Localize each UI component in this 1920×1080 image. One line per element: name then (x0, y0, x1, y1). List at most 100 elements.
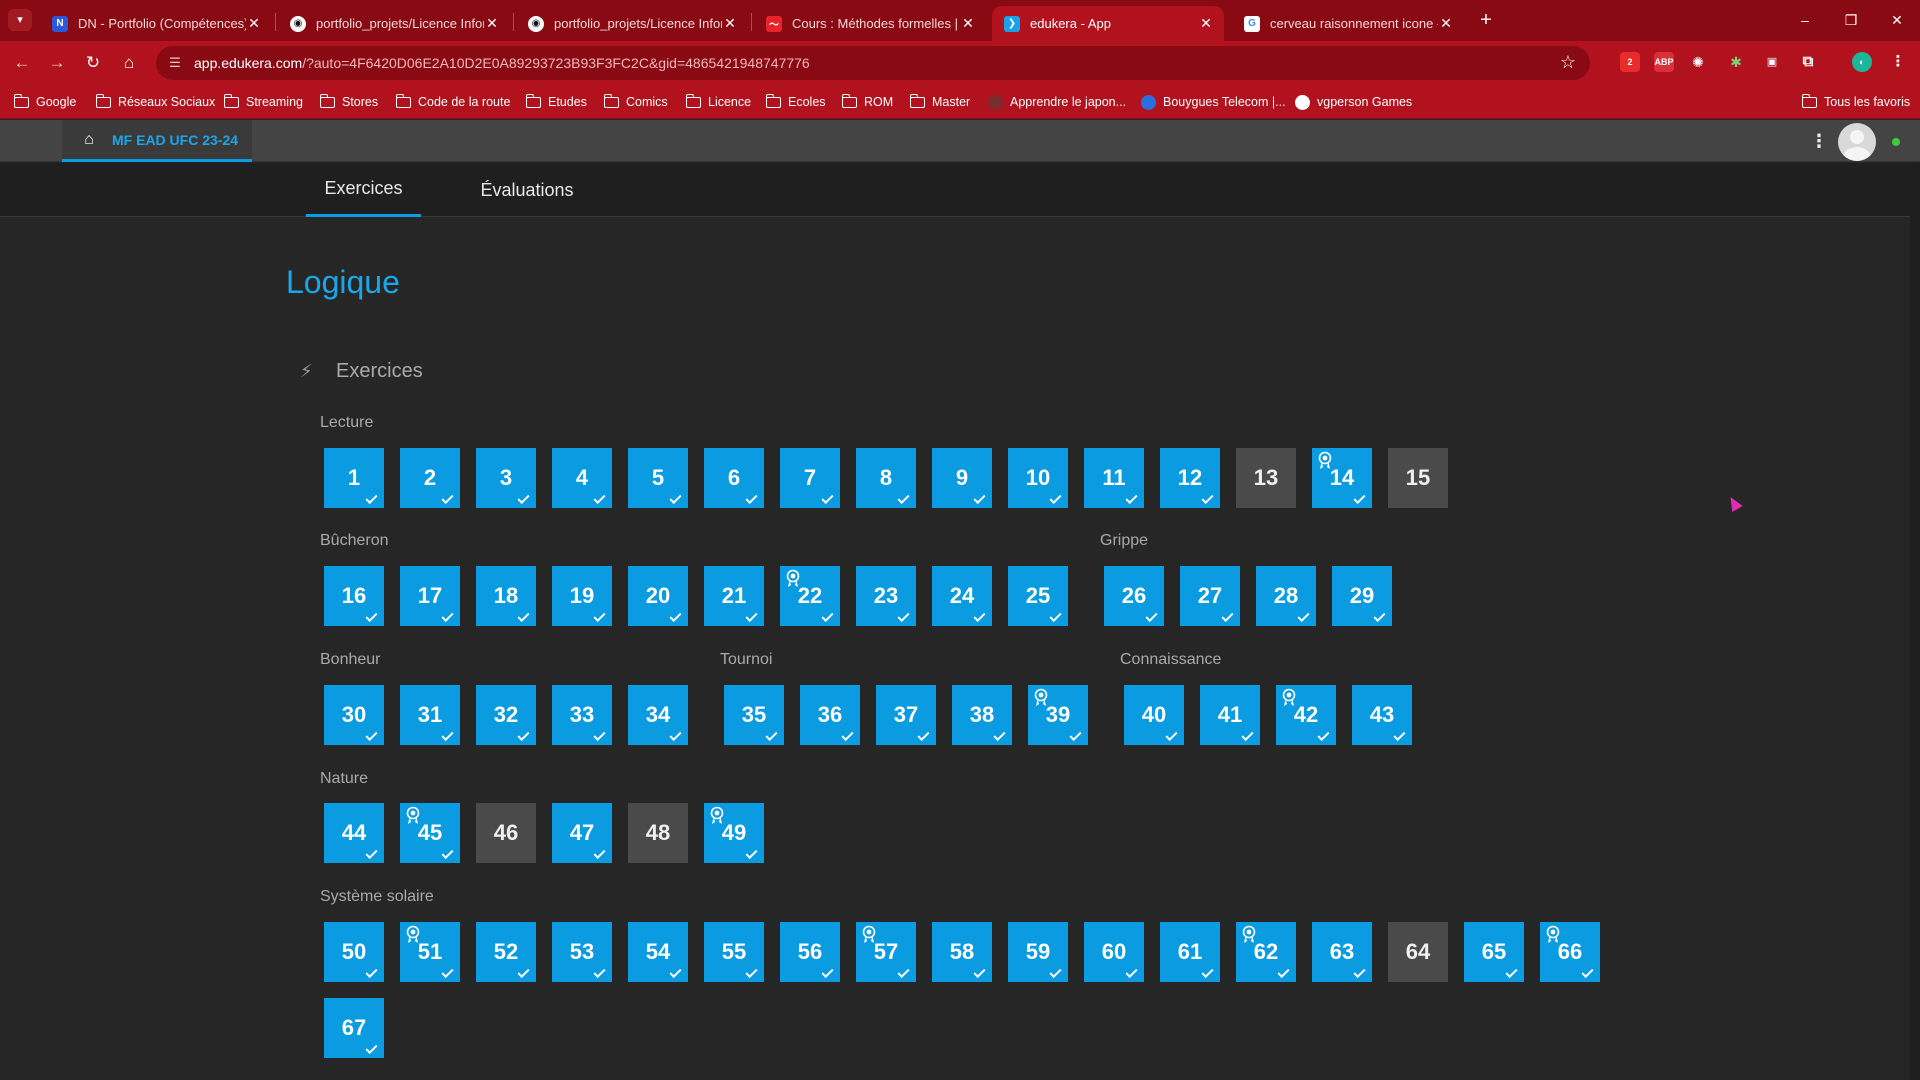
exercise-tile[interactable]: 14 (1312, 448, 1372, 508)
tab-evaluations[interactable]: Évaluations (470, 163, 584, 217)
bookmark-item[interactable]: Etudes (525, 92, 587, 112)
exercise-tile[interactable]: 41 (1200, 685, 1260, 745)
plugin-extension-icon[interactable]: ✱ (1726, 52, 1746, 72)
close-tab-icon[interactable]: ✕ (1198, 15, 1214, 32)
adblock-icon[interactable]: ABP (1654, 52, 1674, 72)
exercise-tile[interactable]: 16 (324, 566, 384, 626)
exercise-tile[interactable]: 53 (552, 922, 612, 982)
exercise-tile[interactable]: 33 (552, 685, 612, 745)
bookmark-item[interactable]: Stores (319, 92, 378, 112)
exercise-tile[interactable]: 22 (780, 566, 840, 626)
exercise-tile[interactable]: 19 (552, 566, 612, 626)
exercise-tile[interactable]: 26 (1104, 566, 1164, 626)
exercise-tile[interactable]: 50 (324, 922, 384, 982)
exercise-tile[interactable]: 17 (400, 566, 460, 626)
close-tab-icon[interactable]: ✕ (246, 15, 262, 32)
restore-button[interactable]: ❐ (1828, 8, 1874, 32)
bookmark-item[interactable]: Ecoles (765, 92, 826, 112)
exercise-tile[interactable]: 49 (704, 803, 764, 863)
exercise-tile[interactable]: 29 (1332, 566, 1392, 626)
close-window-button[interactable]: ✕ (1874, 8, 1920, 32)
exercise-tile[interactable]: 37 (876, 685, 936, 745)
exercise-tile[interactable]: 11 (1084, 448, 1144, 508)
exercise-tile[interactable]: 47 (552, 803, 612, 863)
exercise-tile[interactable]: 20 (628, 566, 688, 626)
bookmark-item[interactable]: Comics (603, 92, 668, 112)
reload-icon[interactable]: ↻ (81, 51, 105, 75)
exercise-tile[interactable]: 9 (932, 448, 992, 508)
course-tab[interactable]: ⌂ MF EAD UFC 23-24 (62, 120, 252, 162)
exercise-tile[interactable]: 40 (1124, 685, 1184, 745)
exercise-tile[interactable]: 15 (1388, 448, 1448, 508)
minimize-button[interactable]: – (1782, 8, 1828, 32)
exercise-tile[interactable]: 52 (476, 922, 536, 982)
exercise-tile[interactable]: 34 (628, 685, 688, 745)
bookmark-item[interactable]: Bouygues Telecom |... (1141, 92, 1286, 112)
exercise-tile[interactable]: 39 (1028, 685, 1088, 745)
exercise-tile[interactable]: 62 (1236, 922, 1296, 982)
bookmark-item[interactable]: ROM (841, 92, 893, 112)
exercise-tile[interactable]: 63 (1312, 922, 1372, 982)
exercise-tile[interactable]: 5 (628, 448, 688, 508)
exercise-tile[interactable]: 30 (324, 685, 384, 745)
exercise-tile[interactable]: 60 (1084, 922, 1144, 982)
browser-menu-icon[interactable]: ⋮ (1888, 52, 1908, 72)
url-field[interactable]: ☰ app.edukera.com/?auto=4F6420D06E2A10D2… (156, 46, 1590, 80)
browser-tab[interactable]: 〜 Cours : Méthodes formelles | M ✕ (754, 6, 986, 41)
exercise-tile[interactable]: 10 (1008, 448, 1068, 508)
exercise-tile[interactable]: 44 (324, 803, 384, 863)
exercise-tile[interactable]: 54 (628, 922, 688, 982)
bookmark-item[interactable]: Licence (685, 92, 751, 112)
back-arrow-icon[interactable]: ← (10, 51, 34, 75)
reader-extension-icon[interactable]: ▣ (1762, 52, 1782, 72)
exercise-tile[interactable]: 55 (704, 922, 764, 982)
exercise-tile[interactable]: 4 (552, 448, 612, 508)
exercise-tile[interactable]: 46 (476, 803, 536, 863)
bookmark-item[interactable]: Réseaux Sociaux (95, 92, 215, 112)
tab-exercices[interactable]: Exercices (306, 163, 421, 217)
exercise-tile[interactable]: 18 (476, 566, 536, 626)
exercise-tile[interactable]: 25 (1008, 566, 1068, 626)
close-tab-icon[interactable]: ✕ (960, 15, 976, 32)
exercise-tile[interactable]: 64 (1388, 922, 1448, 982)
profile-icon[interactable]: ◐ (1852, 52, 1872, 72)
browser-tab[interactable]: ◉ portfolio_projets/Licence Inform ✕ (278, 6, 510, 41)
exercise-tile[interactable]: 42 (1276, 685, 1336, 745)
exercise-tile[interactable]: 57 (856, 922, 916, 982)
close-tab-icon[interactable]: ✕ (484, 15, 500, 32)
exercise-tile[interactable]: 8 (856, 448, 916, 508)
exercise-tile[interactable]: 6 (704, 448, 764, 508)
exercise-tile[interactable]: 27 (1180, 566, 1240, 626)
exercise-tile[interactable]: 21 (704, 566, 764, 626)
exercise-tile[interactable]: 66 (1540, 922, 1600, 982)
forward-arrow-icon[interactable]: → (45, 51, 69, 75)
home-icon[interactable]: ⌂ (117, 51, 141, 75)
exercise-tile[interactable]: 59 (1008, 922, 1068, 982)
exercise-tile[interactable]: 3 (476, 448, 536, 508)
tab-search-button[interactable]: ▾ (8, 9, 32, 31)
exercise-tile[interactable]: 67 (324, 998, 384, 1058)
browser-tab[interactable]: Gcerveau raisonnement icone - R ✕ (1232, 6, 1464, 41)
scrollbar[interactable] (1910, 163, 1920, 1080)
exercise-tile[interactable]: 48 (628, 803, 688, 863)
exercise-tile[interactable]: 1 (324, 448, 384, 508)
bookmark-item[interactable]: vgperson Games (1295, 92, 1412, 112)
user-avatar[interactable] (1838, 123, 1876, 161)
bookmark-item[interactable]: Streaming (223, 92, 303, 112)
chatgpt-extension-icon[interactable]: ✺ (1688, 52, 1708, 72)
exercise-tile[interactable]: 58 (932, 922, 992, 982)
close-tab-icon[interactable]: ✕ (1438, 15, 1454, 32)
close-tab-icon[interactable]: ✕ (722, 15, 738, 32)
browser-tab[interactable]: N DN - Portfolio (Compétences) ✕ (40, 6, 272, 41)
exercise-tile[interactable]: 13 (1236, 448, 1296, 508)
exercise-tile[interactable]: 61 (1160, 922, 1220, 982)
bookmark-star-icon[interactable]: ☆ (1560, 52, 1576, 73)
exercise-tile[interactable]: 51 (400, 922, 460, 982)
bookmark-item[interactable]: Master (909, 92, 970, 112)
new-tab-button[interactable]: + (1472, 8, 1500, 32)
app-menu-icon[interactable]: ⋮ (1810, 130, 1828, 152)
exercise-tile[interactable]: 23 (856, 566, 916, 626)
exercise-tile[interactable]: 38 (952, 685, 1012, 745)
exercise-tile[interactable]: 24 (932, 566, 992, 626)
exercise-tile[interactable]: 32 (476, 685, 536, 745)
